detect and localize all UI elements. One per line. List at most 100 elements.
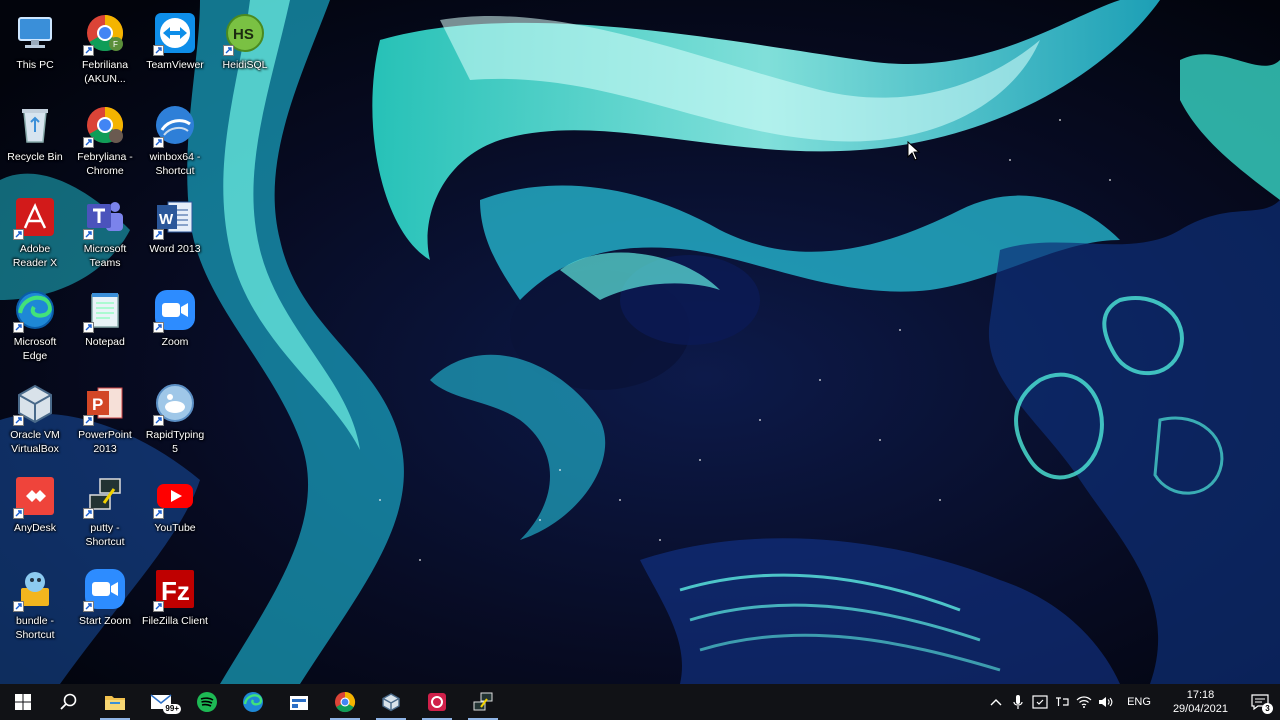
filezilla-icon: Fz [152, 566, 198, 612]
desktop-icon-label: PowerPoint 2013 [78, 429, 132, 455]
taskbar-edge[interactable] [230, 684, 276, 720]
desktop-icon-heidisql[interactable]: HS HeidiSQL [210, 6, 280, 96]
store-icon [290, 696, 308, 710]
desktop-icon-word[interactable]: W Word 2013 [140, 190, 210, 280]
microphone-tray-button[interactable] [1007, 684, 1029, 720]
wifi-icon [1076, 696, 1092, 708]
svg-text:Fz: Fz [161, 576, 190, 606]
taskbar-putty[interactable] [460, 684, 506, 720]
desktop-icon-winbox[interactable]: winbox64 - Shortcut [140, 98, 210, 188]
desktop-icon-zoom[interactable]: Zoom [140, 283, 210, 373]
desktop-icon-teamviewer[interactable]: TeamViewer [140, 6, 210, 96]
desktop-icon-putty[interactable]: putty - Shortcut [70, 469, 140, 559]
taskbar-screen-recorder[interactable] [414, 684, 460, 720]
screen-recorder-icon [428, 693, 446, 711]
desktop-icon-label: Microsoft Edge [13, 336, 57, 362]
svg-text:HS: HS [233, 26, 254, 43]
shortcut-arrow-icon [13, 415, 24, 426]
network-tray-button[interactable] [1073, 684, 1095, 720]
teamviewer-icon [152, 10, 198, 56]
shortcut-arrow-icon [153, 508, 164, 519]
desktop-icon-label: Zoom [161, 336, 189, 348]
chrome-icon: F [82, 10, 128, 56]
putty-icon [82, 473, 128, 519]
desktop-icon-microsoft-edge[interactable]: Microsoft Edge [0, 283, 70, 373]
shortcut-arrow-icon [83, 508, 94, 519]
chevron-up-icon [990, 699, 1002, 706]
desktop-icon-recycle-bin[interactable]: Recycle Bin [0, 98, 70, 188]
search-button[interactable] [46, 684, 92, 720]
desktop-icon-label: Oracle VM VirtualBox [10, 429, 60, 455]
word-icon: W [152, 194, 198, 240]
desktop-icon-label: Microsoft Teams [83, 243, 127, 269]
desktop-icon-label: Start Zoom [79, 615, 131, 627]
winbox-icon [152, 102, 198, 148]
desktop-icon-this-pc[interactable]: This PC [0, 6, 70, 96]
clock-time: 17:18 [1186, 689, 1215, 701]
input-language-button[interactable]: ENG [1117, 684, 1161, 720]
shortcut-arrow-icon [153, 45, 164, 56]
desktop-icon-chrome-febryliana[interactable]: Febryliana - Chrome [70, 98, 140, 188]
edge-icon [243, 692, 263, 712]
action-center-button[interactable]: 3 [1240, 684, 1280, 720]
heidisql-icon: HS [222, 10, 268, 56]
shortcut-arrow-icon [153, 137, 164, 148]
security-tray-button[interactable] [1029, 684, 1051, 720]
desktop-icon-rapidtyping[interactable]: RapidTyping 5 [140, 376, 210, 466]
desktop-icon-label: Febryliana - Chrome [77, 151, 133, 177]
chrome-icon [82, 102, 128, 148]
show-hidden-icons-button[interactable] [985, 684, 1007, 720]
desktop-icon-label: HeidiSQL [222, 59, 268, 71]
virtualbox-icon [382, 693, 400, 712]
desktop-icon-grid: This PC Recycle Bin Adobe Reader X Micro… [0, 0, 267, 684]
desktop-icon-anydesk[interactable]: AnyDesk [0, 469, 70, 559]
virtualbox-icon [12, 380, 58, 426]
desktop-icon-chrome-febriliana[interactable]: F Febriliana (AKUN... [70, 6, 140, 96]
anydesk-icon [12, 473, 58, 519]
desktop-icon-youtube[interactable]: YouTube [140, 469, 210, 559]
taskbar-virtualbox[interactable] [368, 684, 414, 720]
start-button[interactable] [0, 684, 46, 720]
desktop-icon-label: putty - Shortcut [85, 522, 125, 548]
ime-tray-button[interactable] [1051, 684, 1073, 720]
desktop-icon-powerpoint[interactable]: P PowerPoint 2013 [70, 376, 140, 466]
desktop-icon-label: bundle - Shortcut [15, 615, 55, 641]
keyboard-ime-icon [1056, 697, 1069, 706]
taskbar-spotify[interactable] [184, 684, 230, 720]
clock-button[interactable]: 17:18 29/04/2021 [1161, 684, 1240, 720]
desktop-icon-label: YouTube [154, 522, 196, 534]
desktop-icon-notepad[interactable]: Notepad [70, 283, 140, 373]
taskbar-mail[interactable]: 99+ [138, 684, 184, 720]
notification-count-badge: 3 [1262, 703, 1273, 714]
bundle-icon [12, 566, 58, 612]
mail-unread-badge: 99+ [163, 704, 181, 714]
desktop-icon-label: Notepad [85, 336, 125, 348]
taskbar-chrome[interactable] [322, 684, 368, 720]
shortcut-arrow-icon [153, 322, 164, 333]
zoom-icon [152, 287, 198, 333]
powerpoint-icon: P [82, 380, 128, 426]
computer-icon [12, 10, 58, 56]
windows-logo-icon [15, 694, 31, 710]
shortcut-arrow-icon [153, 601, 164, 612]
spotify-icon [197, 692, 217, 712]
notepad-icon [82, 287, 128, 333]
putty-icon [473, 692, 493, 711]
volume-tray-button[interactable] [1095, 684, 1117, 720]
desktop-icon-virtualbox[interactable]: Oracle VM VirtualBox [0, 376, 70, 466]
desktop-icon-label: This PC [16, 59, 54, 71]
microphone-icon [1013, 695, 1023, 709]
taskbar-store[interactable] [276, 684, 322, 720]
svg-text:F: F [113, 40, 118, 49]
desktop-icon-start-zoom[interactable]: Start Zoom [70, 562, 140, 652]
desktop-icon-microsoft-teams[interactable]: Microsoft Teams [70, 190, 140, 280]
shortcut-arrow-icon [83, 322, 94, 333]
chrome-icon [335, 691, 356, 713]
desktop-icon-filezilla[interactable]: Fz FileZilla Client [140, 562, 210, 652]
rapidtyping-icon [152, 380, 198, 426]
desktop-icon-adobe-reader[interactable]: Adobe Reader X [0, 190, 70, 280]
desktop-icon-label: AnyDesk [13, 522, 56, 534]
desktop-icon-bundle[interactable]: bundle - Shortcut [0, 562, 70, 652]
shortcut-arrow-icon [13, 322, 24, 333]
taskbar-file-explorer[interactable] [92, 684, 138, 720]
